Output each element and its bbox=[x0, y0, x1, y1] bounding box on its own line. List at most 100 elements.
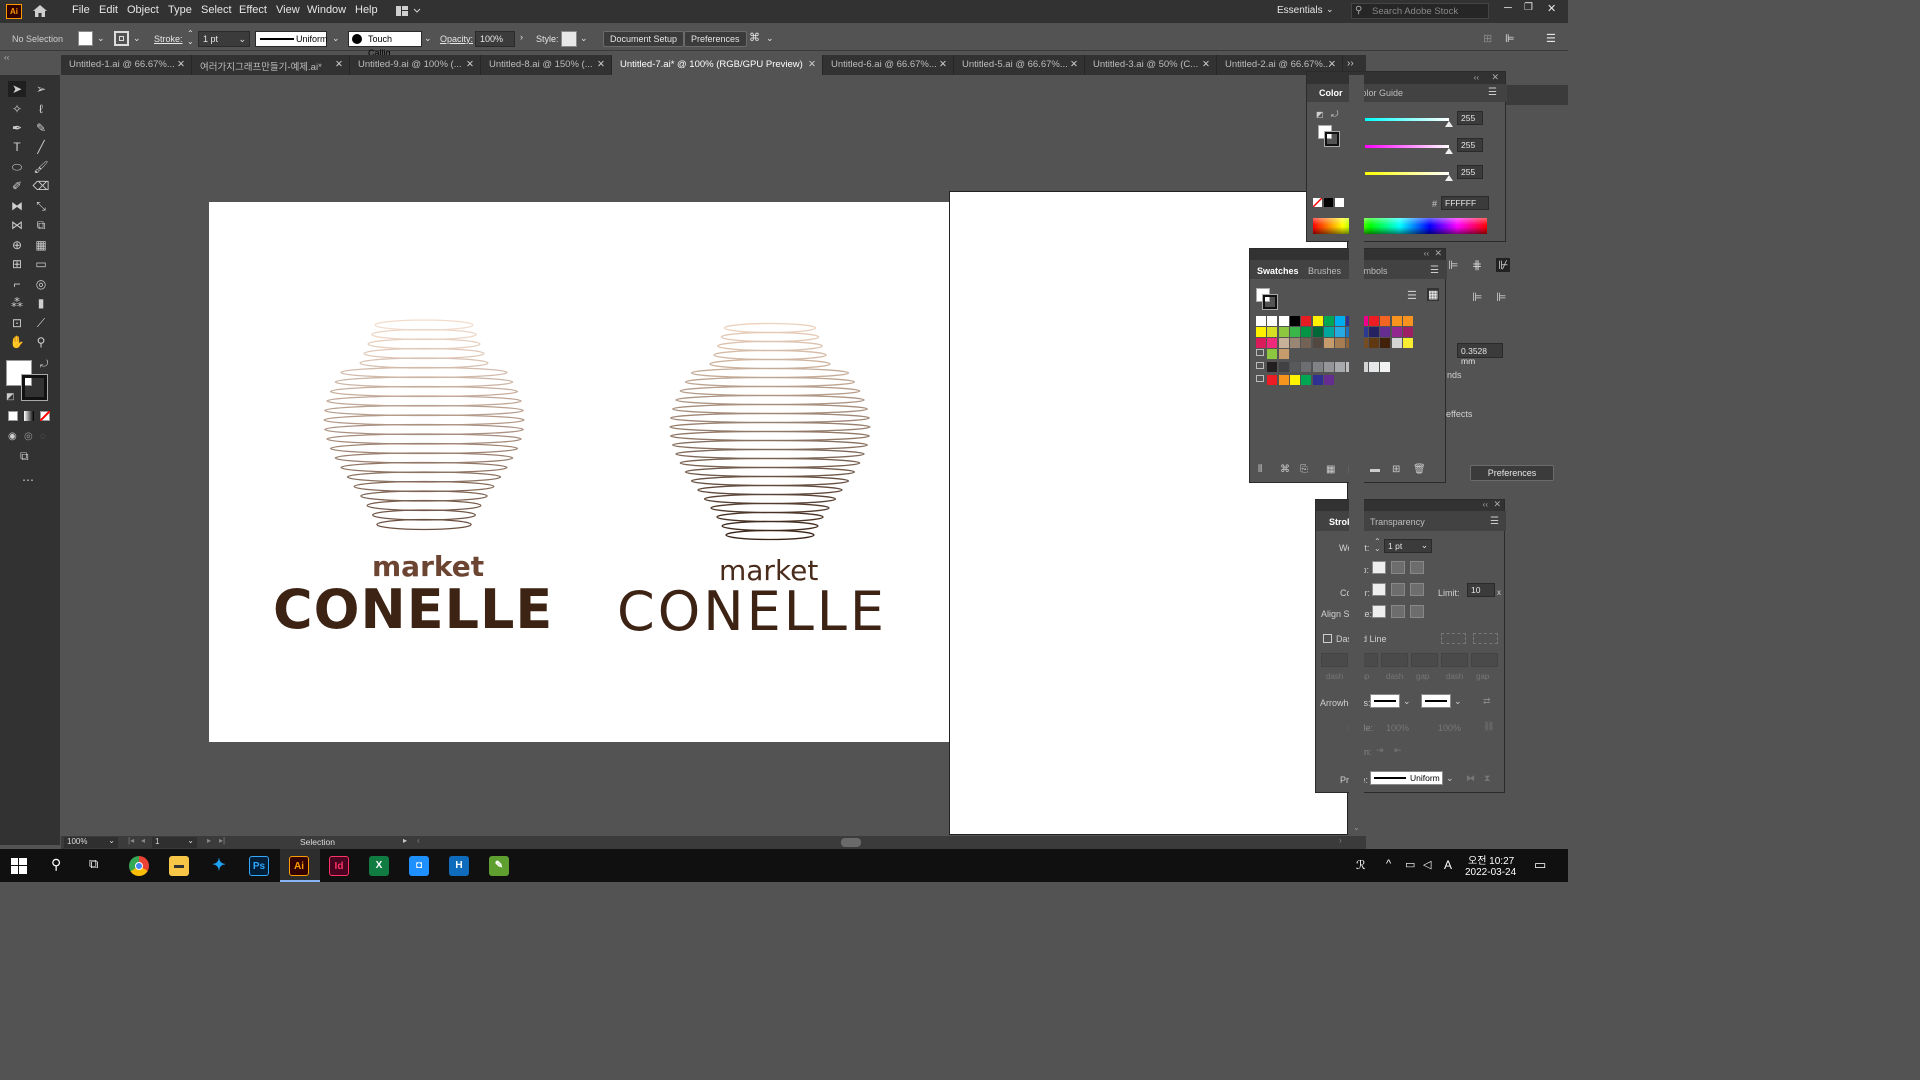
arrow-align-icon-2[interactable]: ⇤ bbox=[1394, 745, 1402, 756]
document-setup-button[interactable]: Document Setup bbox=[603, 31, 685, 47]
white-swatch[interactable] bbox=[1335, 198, 1344, 207]
shaper-tool-icon[interactable]: ✐ bbox=[8, 178, 26, 194]
new-folder-icon[interactable]: ▬ bbox=[1370, 464, 1380, 475]
measure-field[interactable]: 0.3528 mm bbox=[1457, 343, 1503, 366]
color-swatch[interactable] bbox=[1256, 316, 1266, 326]
close-icon[interactable]: ✕ bbox=[1491, 72, 1499, 83]
stepper-icon[interactable]: ⌃ ⌄ bbox=[1374, 538, 1381, 553]
color-swatch[interactable] bbox=[1312, 316, 1323, 326]
round-cap-button[interactable] bbox=[1391, 561, 1405, 574]
hex-field[interactable]: FFFFFF bbox=[1441, 196, 1489, 210]
chevron-down-icon[interactable]: ⌄ bbox=[133, 33, 141, 44]
dash-field[interactable] bbox=[1381, 653, 1408, 667]
photoshop-icon[interactable]: Ps bbox=[249, 856, 269, 876]
arrow-align-icon[interactable]: ⇥ bbox=[1376, 745, 1384, 756]
scroll-right-arrow[interactable]: › bbox=[1339, 836, 1342, 845]
close-icon[interactable]: ✕ bbox=[1547, 2, 1556, 15]
chevron-down-icon[interactable]: ⌄ bbox=[1446, 773, 1454, 784]
swap-fill-stroke-icon[interactable]: ⤾ bbox=[40, 359, 48, 370]
dash-field[interactable] bbox=[1471, 653, 1498, 667]
last-artboard-icon[interactable]: ▸| bbox=[219, 836, 225, 845]
stroke-color-box[interactable] bbox=[21, 374, 48, 401]
align-to-icon[interactable]: ⊮ bbox=[1496, 258, 1511, 272]
preserve-dash-icon[interactable] bbox=[1441, 633, 1466, 644]
close-icon[interactable]: ✕ bbox=[1328, 59, 1336, 70]
previous-artboard-icon[interactable]: ◂ bbox=[141, 836, 145, 845]
graphic-style-swatch[interactable] bbox=[561, 31, 577, 47]
zoom-field[interactable]: 100% ⌄ bbox=[64, 836, 118, 848]
notes-app-icon[interactable]: ◘ bbox=[409, 856, 429, 876]
stroke-label[interactable]: Stroke: bbox=[154, 34, 183, 44]
zoom-tool-icon[interactable]: ⚲ bbox=[32, 334, 50, 350]
home-icon[interactable] bbox=[32, 4, 48, 18]
swatch-kind-icon[interactable]: ⌘ bbox=[1280, 464, 1290, 475]
r-slider[interactable] bbox=[1365, 118, 1449, 121]
swatch-options-icon[interactable]: ▦ bbox=[1326, 464, 1335, 475]
chevron-down-icon[interactable]: ⌄ bbox=[424, 33, 432, 44]
draw-normal-icon[interactable]: ◉ bbox=[8, 431, 17, 442]
place-swatch-icon[interactable]: ⎘ bbox=[1300, 464, 1308, 475]
color-swatch[interactable] bbox=[1289, 362, 1300, 372]
dash-field[interactable] bbox=[1441, 653, 1468, 667]
windows-start-icon[interactable] bbox=[11, 858, 27, 874]
reflect-tool-icon[interactable]: ⧓ bbox=[8, 198, 26, 214]
stroke-weight-field[interactable]: 1 pt ⌄ bbox=[198, 31, 250, 47]
projecting-cap-button[interactable] bbox=[1410, 561, 1424, 574]
scale-start-value[interactable]: 100% bbox=[1386, 723, 1409, 733]
weight-field[interactable]: 1 pt ⌄ bbox=[1384, 539, 1432, 553]
dashed-line-checkbox[interactable] bbox=[1323, 634, 1332, 643]
align-center-button[interactable] bbox=[1372, 605, 1386, 618]
symbol-sprayer-tool-icon[interactable]: ⁂ bbox=[8, 295, 26, 311]
color-swatch[interactable] bbox=[1278, 349, 1289, 359]
brush-definition[interactable]: Touch Callig... bbox=[348, 31, 422, 58]
close-icon[interactable]: ✕ bbox=[808, 59, 816, 70]
color-swatch[interactable] bbox=[1267, 327, 1278, 337]
profile-select[interactable]: Uniform bbox=[1370, 771, 1443, 785]
menu-window[interactable]: Window bbox=[307, 4, 346, 16]
status-menu-arrow[interactable]: ▸ bbox=[403, 836, 407, 845]
transform-options-icon[interactable]: ⌘ bbox=[749, 31, 760, 44]
panel-menu-icon[interactable]: ☰ bbox=[1430, 265, 1439, 276]
color-swatch[interactable] bbox=[1380, 327, 1391, 337]
draw-inside-icon[interactable]: ◌ bbox=[40, 431, 46, 442]
menu-effect[interactable]: Effect bbox=[239, 4, 267, 16]
none-swatch[interactable] bbox=[1313, 198, 1322, 207]
opacity-field[interactable]: 100% bbox=[475, 31, 515, 47]
variable-width-profile[interactable]: Uniform bbox=[255, 31, 328, 47]
menu-view[interactable]: View bbox=[276, 4, 300, 16]
color-swatch[interactable] bbox=[1391, 316, 1402, 326]
chevron-down-icon[interactable]: ⌄ bbox=[97, 33, 105, 44]
pen-tool-icon[interactable]: ✒ bbox=[8, 120, 26, 136]
delete-swatch-icon[interactable]: 🗑 bbox=[1413, 464, 1426, 475]
color-spectrum[interactable] bbox=[1313, 218, 1487, 234]
distribute-space-icon[interactable]: ⊫ bbox=[1472, 290, 1482, 304]
selection-tool-icon[interactable]: ➤ bbox=[8, 81, 26, 97]
opacity-label[interactable]: Opacity: bbox=[440, 34, 473, 44]
color-swatch[interactable] bbox=[1289, 316, 1300, 326]
scale-end-value[interactable]: 100% bbox=[1438, 723, 1461, 733]
people-icon[interactable]: ℛ bbox=[1356, 858, 1366, 872]
clock-date[interactable]: 2022-03-24 bbox=[1465, 867, 1516, 878]
shape-builder-tool-icon[interactable]: ⊕ bbox=[8, 237, 26, 253]
panel-menu-icon[interactable]: ☰ bbox=[1490, 516, 1499, 527]
folder-icon[interactable] bbox=[1256, 375, 1264, 382]
align-outside-button[interactable] bbox=[1410, 605, 1424, 618]
notepad-icon[interactable]: ✎ bbox=[489, 856, 509, 876]
swatch-libraries-icon[interactable]: ⫴ bbox=[1258, 464, 1262, 475]
dock-preferences-button[interactable]: Preferences bbox=[1470, 465, 1554, 481]
screen-mode-icon[interactable]: ⧉ bbox=[20, 449, 29, 464]
slice-tool-icon[interactable]: ⟋ bbox=[32, 315, 50, 331]
tab-untitled-5[interactable]: Untitled-5.ai @ 66.67%... ✕ bbox=[954, 55, 1085, 75]
collapse-icon[interactable]: ‹‹ bbox=[1424, 249, 1429, 258]
tab-transparency[interactable]: Transparency bbox=[1370, 517, 1425, 527]
distribute-icon[interactable]: ⋕ bbox=[1472, 258, 1482, 272]
tab-brushes[interactable]: Brushes bbox=[1308, 266, 1341, 276]
close-icon[interactable]: ✕ bbox=[466, 59, 474, 70]
default-colors-icon[interactable]: ◩ bbox=[1316, 110, 1324, 119]
gradient-tool-icon[interactable]: ▭ bbox=[32, 256, 50, 272]
folder-icon[interactable] bbox=[1256, 349, 1264, 356]
b-slider[interactable] bbox=[1365, 172, 1449, 175]
color-swatch[interactable] bbox=[1301, 375, 1312, 385]
color-swatch[interactable] bbox=[1289, 327, 1300, 337]
artboard-1[interactable]: market CONELLE market CONELLE bbox=[209, 202, 949, 742]
